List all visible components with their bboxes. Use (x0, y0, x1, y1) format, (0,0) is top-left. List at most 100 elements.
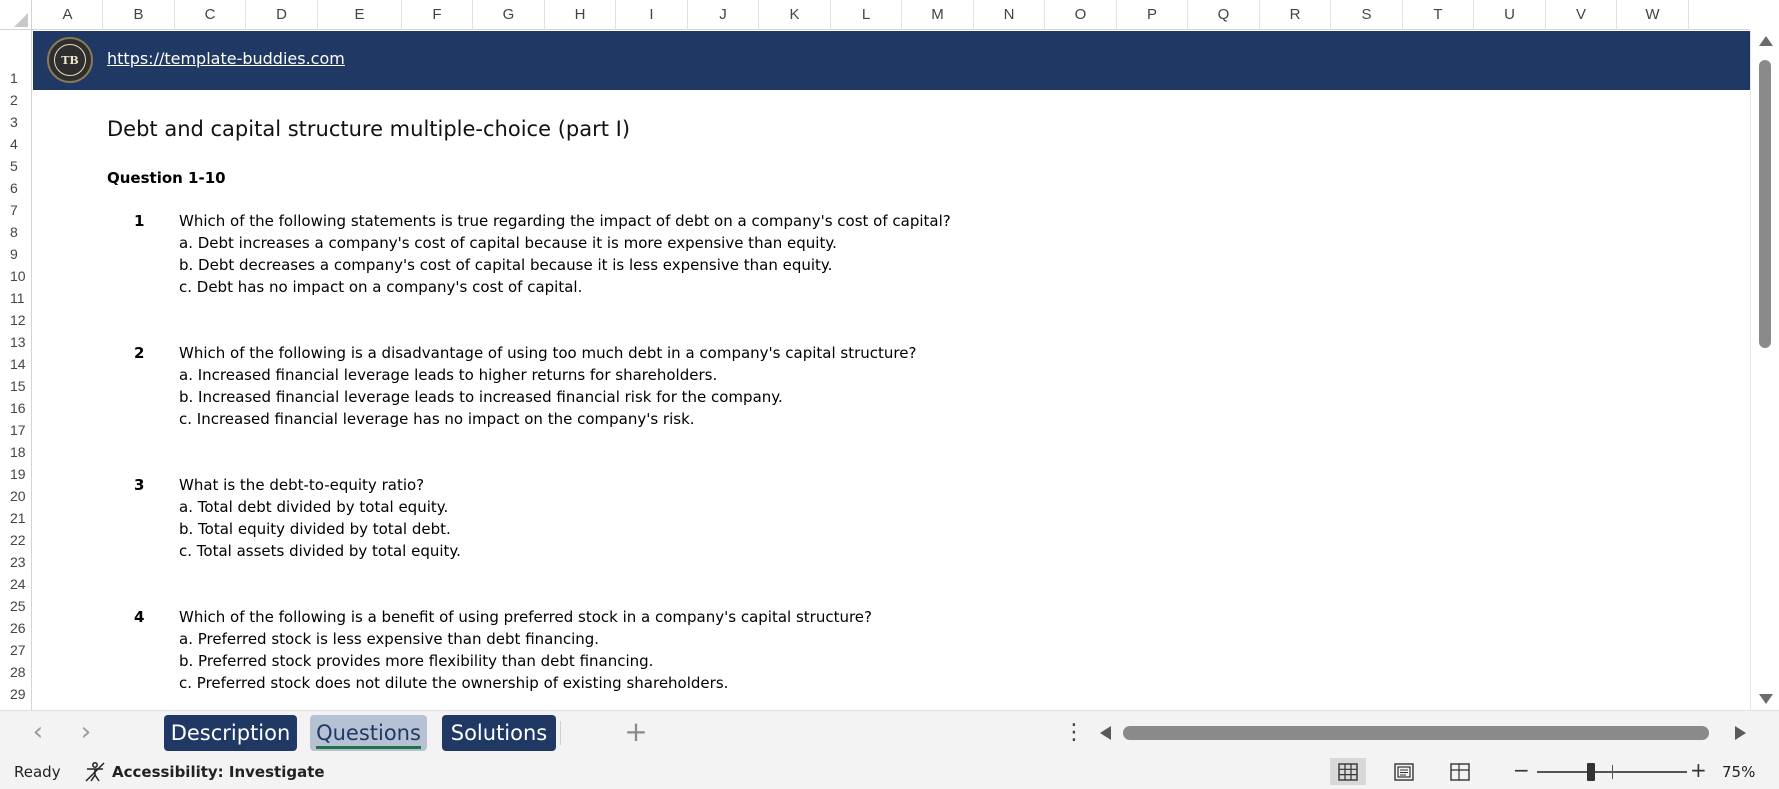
row-header[interactable]: 29 (0, 683, 31, 705)
column-header[interactable]: P (1117, 0, 1188, 30)
row-header[interactable]: 8 (0, 221, 31, 243)
header-banner: TB https://template-buddies.com (33, 31, 1750, 90)
section-title: Question 1-10 (107, 169, 226, 187)
column-header[interactable]: G (473, 0, 545, 30)
row-header[interactable]: 20 (0, 485, 31, 507)
answer-option: b. Increased financial leverage leads to… (179, 388, 783, 406)
question-text: What is the debt-to-equity ratio? (179, 476, 425, 494)
website-link[interactable]: https://template-buddies.com (107, 49, 345, 68)
row-header[interactable]: 17 (0, 419, 31, 441)
status-ready: Ready (14, 763, 61, 781)
row-header[interactable]: 27 (0, 639, 31, 661)
row-header[interactable]: 4 (0, 133, 31, 155)
column-header[interactable]: J (688, 0, 759, 30)
row-header[interactable]: 23 (0, 551, 31, 573)
row-header[interactable]: 21 (0, 507, 31, 529)
column-header[interactable]: B (103, 0, 175, 30)
zoom-out-button[interactable]: − (1513, 758, 1530, 782)
zoom-in-button[interactable]: + (1690, 758, 1707, 782)
column-header[interactable]: L (831, 0, 902, 30)
question-number: 1 (134, 212, 145, 230)
column-header[interactable]: F (402, 0, 473, 30)
row-header[interactable]: 16 (0, 397, 31, 419)
column-header[interactable]: R (1260, 0, 1331, 30)
row-header[interactable]: 10 (0, 265, 31, 287)
normal-view-icon (1338, 762, 1358, 781)
zoom-slider-midmark (1612, 765, 1613, 779)
scroll-up-icon[interactable] (1759, 36, 1773, 46)
view-switcher (1330, 754, 1480, 789)
column-header[interactable]: W (1617, 0, 1689, 30)
row-header[interactable]: 12 (0, 309, 31, 331)
row-header[interactable]: 5 (0, 155, 31, 177)
column-header[interactable]: A (33, 0, 103, 30)
scroll-down-icon[interactable] (1759, 694, 1773, 704)
select-all-corner[interactable] (0, 0, 32, 30)
row-header[interactable]: 25 (0, 595, 31, 617)
row-header[interactable]: 11 (0, 287, 31, 309)
scroll-left-icon[interactable] (1100, 726, 1111, 740)
sheet-tab-label: Questions (316, 721, 421, 749)
vertical-scroll-thumb[interactable] (1759, 60, 1771, 348)
answer-option: a. Increased financial leverage leads to… (179, 366, 718, 384)
page-layout-view-button[interactable] (1386, 758, 1422, 785)
column-header[interactable]: V (1546, 0, 1617, 30)
row-header-bar: 1 2 3 4 5 6 7 8 9 10 11 12 13 14 15 16 17 18 19 20 21 22 23 24 2… (0, 30, 32, 710)
column-header[interactable]: S (1331, 0, 1403, 30)
row-header[interactable]: 28 (0, 661, 31, 683)
row-header[interactable]: 2 (0, 89, 31, 111)
spreadsheet-window: ABCDEFGHIJKLMNOPQRSTUVW 1 2 3 4 5 6 7 8 9 10 11 12 1… (0, 0, 1779, 789)
question-number: 3 (134, 476, 145, 494)
row-header[interactable]: 6 (0, 177, 31, 199)
column-header[interactable]: I (616, 0, 688, 30)
column-header[interactable]: T (1403, 0, 1474, 30)
sheet-tab-questions[interactable]: Questions (310, 715, 427, 751)
horizontal-scrollbar[interactable] (1098, 723, 1748, 743)
page-break-view-button[interactable] (1442, 758, 1478, 785)
sheet-tab-solutions[interactable]: Solutions (442, 715, 556, 751)
column-header[interactable]: N (974, 0, 1045, 30)
row-header[interactable]: 15 (0, 375, 31, 397)
horizontal-scroll-thumb[interactable] (1123, 726, 1709, 740)
column-header[interactable]: D (246, 0, 318, 30)
row-header[interactable]: 24 (0, 573, 31, 595)
vertical-scrollbar[interactable] (1750, 30, 1779, 710)
zoom-level[interactable]: 75% (1722, 763, 1755, 781)
page-layout-icon (1394, 762, 1414, 781)
scroll-right-icon[interactable] (1735, 726, 1746, 740)
more-options-icon[interactable]: ⋮ (1063, 717, 1085, 749)
normal-view-button[interactable] (1330, 758, 1366, 785)
next-sheet-icon[interactable]: › (72, 719, 100, 747)
column-header[interactable]: H (545, 0, 616, 30)
select-all-triangle-icon (14, 13, 28, 27)
row-header[interactable]: 19 (0, 463, 31, 485)
row-header[interactable]: 3 (0, 111, 31, 133)
status-bar: Ready Accessibility: Investigate − + 75% (0, 754, 1779, 789)
row-header[interactable]: 18 (0, 441, 31, 463)
row-header[interactable]: 13 (0, 331, 31, 353)
prev-sheet-icon[interactable]: ‹ (24, 719, 52, 747)
accessibility-status[interactable]: Accessibility: Investigate (112, 763, 325, 781)
column-header[interactable]: O (1045, 0, 1117, 30)
sheet-tab-description[interactable]: Description (164, 715, 297, 751)
column-header[interactable]: K (759, 0, 831, 30)
template-buddies-logo: TB (47, 37, 93, 83)
column-header[interactable]: E (318, 0, 402, 30)
column-header[interactable]: U (1474, 0, 1546, 30)
column-header[interactable]: M (902, 0, 974, 30)
row-header[interactable]: 26 (0, 617, 31, 639)
column-header[interactable]: C (175, 0, 246, 30)
row-header[interactable]: 22 (0, 529, 31, 551)
row-header[interactable]: 1 (0, 67, 31, 89)
row-header[interactable]: 7 (0, 199, 31, 221)
tab-divider (560, 721, 561, 745)
sheet-grid[interactable]: TB https://template-buddies.com Debt and… (33, 31, 1750, 710)
column-header[interactable]: Q (1188, 0, 1260, 30)
zoom-slider-thumb[interactable] (1587, 763, 1595, 781)
row-header[interactable]: 14 (0, 353, 31, 375)
add-sheet-button[interactable]: + (620, 717, 652, 749)
answer-option: c. Debt has no impact on a company's cos… (179, 278, 583, 296)
answer-option: c. Increased financial leverage has no i… (179, 410, 695, 428)
accessibility-icon[interactable] (84, 761, 106, 783)
row-header[interactable]: 9 (0, 243, 31, 265)
